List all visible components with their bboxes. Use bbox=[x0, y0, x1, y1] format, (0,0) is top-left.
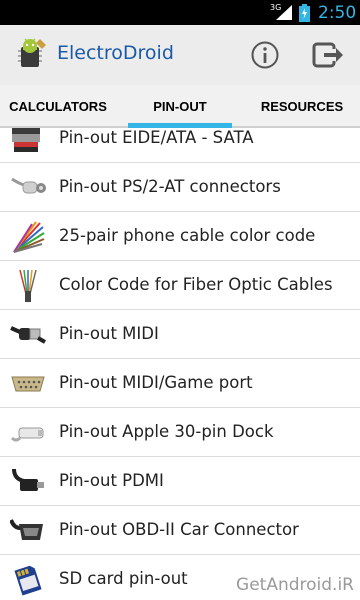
midi-connector-icon bbox=[10, 326, 46, 344]
exit-icon[interactable] bbox=[311, 40, 345, 70]
watermark: GetAndroid.iR bbox=[236, 575, 354, 595]
info-icon[interactable] bbox=[250, 40, 280, 70]
list-item-obd-ii[interactable]: Pin-out OBD-II Car Connector bbox=[0, 506, 360, 555]
battery-icon bbox=[299, 4, 310, 22]
fiber-optic-icon bbox=[19, 269, 37, 303]
signal-icon bbox=[276, 5, 292, 20]
list-item-label: Pin-out PS/2-AT connectors bbox=[59, 177, 281, 196]
list-item-label: SD card pin-out bbox=[59, 569, 188, 588]
tab-calculators[interactable]: CALCULATORS bbox=[0, 85, 116, 128]
obd-connector-icon bbox=[10, 519, 43, 540]
phone-cable-icon bbox=[13, 221, 45, 253]
list-item-label: Pin-out Apple 30-pin Dock bbox=[59, 422, 274, 441]
list-item-label: Color Code for Fiber Optic Cables bbox=[59, 275, 333, 294]
tab-resources[interactable]: RESOURCES bbox=[244, 85, 360, 128]
list-item-label: Pin-out PDMI bbox=[59, 471, 164, 490]
list-item-phone-cable[interactable]: 25-pair phone cable color code bbox=[0, 212, 360, 261]
pinout-list: Pin-out EIDE/ATA - SATA Pin-out PS/2-AT … bbox=[0, 128, 360, 600]
list-item-midi[interactable]: Pin-out MIDI bbox=[0, 310, 360, 359]
list-item-label: Pin-out EIDE/ATA - SATA bbox=[59, 128, 254, 147]
status-bar: 3G 2:50 bbox=[0, 0, 360, 25]
list-item-label: Pin-out OBD-II Car Connector bbox=[59, 520, 299, 539]
apple-dock-icon bbox=[10, 427, 44, 442]
action-bar: ElectroDroid bbox=[0, 25, 360, 85]
list-item-label: Pin-out MIDI bbox=[59, 324, 159, 343]
list-item-label: Pin-out MIDI/Game port bbox=[59, 373, 253, 392]
list-item-pdmi[interactable]: Pin-out PDMI bbox=[0, 457, 360, 506]
list-item-midi-game-port[interactable]: Pin-out MIDI/Game port bbox=[0, 359, 360, 408]
list-item-eide-ata-sata[interactable]: Pin-out EIDE/ATA - SATA bbox=[0, 128, 360, 163]
list-item-ps2-at[interactable]: Pin-out PS/2-AT connectors bbox=[0, 163, 360, 212]
ide-cable-icon bbox=[12, 128, 40, 152]
tab-pin-out[interactable]: PIN-OUT bbox=[122, 85, 238, 128]
clock: 2:50 bbox=[318, 3, 357, 23]
sd-card-icon bbox=[14, 565, 42, 596]
app-logo-icon[interactable] bbox=[12, 37, 48, 73]
app-title: ElectroDroid bbox=[57, 42, 174, 64]
tab-bar: CALCULATORS PIN-OUT RESOURCES bbox=[0, 85, 360, 128]
list-item-label: 25-pair phone cable color code bbox=[59, 226, 316, 245]
list-item-apple-dock[interactable]: Pin-out Apple 30-pin Dock bbox=[0, 408, 360, 457]
list-item-fiber-optic[interactable]: Color Code for Fiber Optic Cables bbox=[0, 261, 360, 310]
ps2-connector-icon bbox=[11, 177, 46, 194]
pdmi-connector-icon bbox=[12, 468, 44, 491]
game-port-icon bbox=[11, 376, 45, 392]
